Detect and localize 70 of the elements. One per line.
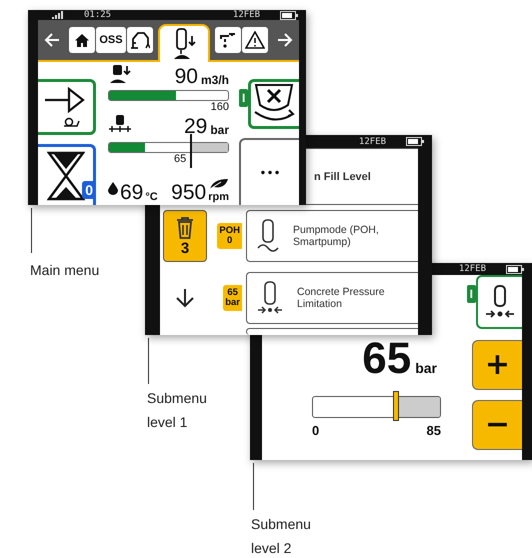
cylinder-pressure-icon [108,114,132,134]
count-badge: 0 [82,181,96,199]
menu-item-label: Pumpmode (POH, Smartpump) [293,224,380,248]
cylinder-pressure-icon [485,284,515,320]
pressure-value: 65 [362,335,412,383]
hourglass-card[interactable]: 0 [38,144,96,205]
slider-min-label: 0 [312,423,320,438]
tab[interactable] [242,27,268,53]
trash-icon [175,216,195,240]
agitator-card[interactable] [248,79,299,129]
menu-item[interactable] [246,328,418,335]
arrow-snail-icon [44,86,86,128]
faucet-icon [218,31,237,49]
increase-button[interactable]: + [472,340,522,390]
crane-arm-icon [130,31,150,49]
pressure-unit: bar [415,360,437,376]
tab[interactable]: OSS [96,27,126,53]
warning-icon [244,31,265,49]
status-time: 01:25 [84,10,112,20]
pressure-slider[interactable] [312,391,441,423]
slider-max-label: 85 [426,423,441,438]
battery-icon [280,10,298,20]
tab[interactable] [69,27,96,53]
caption: Main menu [30,261,100,280]
limit-label: 65 [174,153,186,165]
leader-line [31,208,32,253]
pressure-card[interactable] [476,275,522,329]
status-date: 12FEB [358,136,386,146]
battery-icon [406,137,424,146]
flow-max-label: 160 [210,101,229,113]
cylinder-pressure-icon [257,281,283,315]
drop-icon [108,182,118,195]
cylinder-wave-icon [257,219,279,253]
engine-speed-value: 950 [171,182,206,204]
flow-unit: m3/h [200,72,229,88]
leaf-icon [209,178,229,190]
leader-line [148,338,149,384]
temperature-value: 69 [120,182,144,204]
pressure-unit: bar [210,122,229,138]
decrease-button[interactable]: − [472,400,522,450]
limit-zone [190,143,228,152]
leader-line [253,463,254,510]
flow-value: 90 [174,66,198,88]
engine-speed-unit: rpm [208,190,229,204]
battery-icon [506,264,524,274]
status-date: 12FEB [458,264,486,274]
more-button[interactable]: ••• [239,138,299,205]
value-badge: 65 bar [223,285,242,311]
cylinder-down-icon [108,64,132,84]
menu-item-label: n Fill Level [314,170,371,182]
pressure-value: 29 [184,116,208,138]
menu-item[interactable]: Pumpmode (POH, Smartpump) [246,210,418,262]
trash-button[interactable]: 3 [163,210,207,262]
arrow-right-icon[interactable] [277,33,293,47]
menu-item-label: Concrete Pressure Limitation [297,286,386,310]
hourglass-icon [46,151,84,201]
tab[interactable] [158,24,210,62]
tab[interactable] [214,27,241,53]
status-date: 12FEB [232,10,260,20]
arrow-down-icon[interactable] [175,288,195,308]
caption: Submenu level 2 [251,515,312,558]
value-badge: POH 0 [217,223,242,249]
home-icon [75,34,90,46]
feed-card[interactable] [38,79,96,135]
signal-icon [52,11,66,19]
temperature-unit: °C [145,190,158,204]
arrow-left-icon[interactable] [44,33,60,47]
caption: Submenu level 1 [147,389,208,432]
menu-item[interactable]: Concrete Pressure Limitation [246,272,418,324]
tab[interactable] [126,27,153,53]
